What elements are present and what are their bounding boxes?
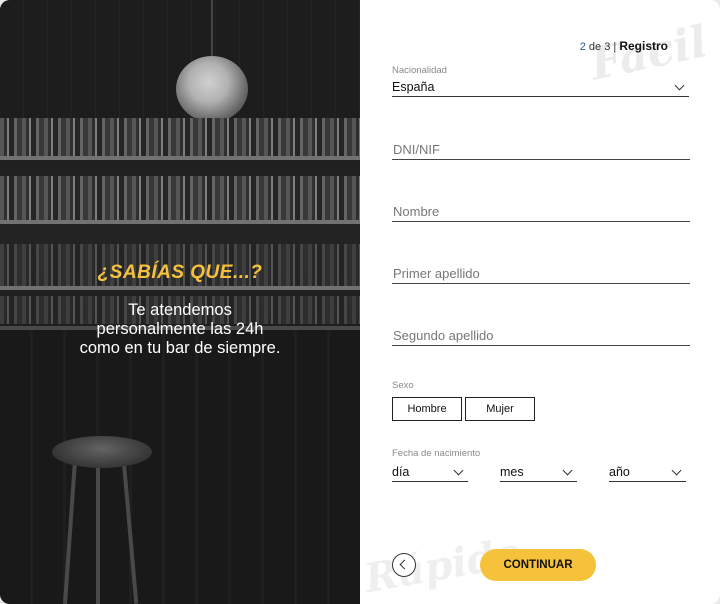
- sexo-hombre-button[interactable]: Hombre: [392, 397, 462, 421]
- fact-line: personalmente las 24h: [96, 320, 264, 338]
- birth-month-select[interactable]: mes: [500, 464, 577, 482]
- chevron-down-icon: [453, 465, 464, 476]
- birth-year-value: año: [609, 465, 630, 479]
- step-of: de: [588, 41, 602, 53]
- registration-window: ¿SABÍAS QUE...? Te atendemos personalmen…: [0, 0, 720, 604]
- nombre-field[interactable]: [392, 201, 690, 222]
- chevron-left-icon: [399, 559, 410, 570]
- step-separator: |: [613, 41, 617, 53]
- nationality-value: España: [392, 80, 435, 94]
- nationality-label: Nacionalidad: [392, 65, 447, 76]
- dni-field[interactable]: [392, 139, 690, 160]
- chevron-down-icon: [671, 465, 682, 476]
- birthdate-label: Fecha de nacimiento: [392, 448, 481, 459]
- segundo-apellido-field[interactable]: [392, 325, 690, 346]
- fact-line: como en tu bar de siempre.: [79, 339, 281, 357]
- back-button[interactable]: [392, 553, 416, 577]
- primer-apellido-field[interactable]: [392, 263, 690, 284]
- nationality-select[interactable]: España: [392, 79, 689, 97]
- chevron-down-icon: [674, 80, 685, 91]
- birth-year-select[interactable]: año: [609, 464, 686, 482]
- step-current: 2: [579, 41, 586, 53]
- step-total: 3: [604, 41, 611, 53]
- fact-title: ¿SABÍAS QUE...?: [97, 262, 263, 283]
- fact-line: Te atendemos: [128, 301, 232, 319]
- step-indicator: 2 de 3 | Registro: [580, 39, 668, 53]
- form-panel: Facil Rápido 2 de 3 | Registro Nacionali…: [360, 0, 720, 604]
- sexo-mujer-button[interactable]: Mujer: [465, 397, 535, 421]
- birth-month-value: mes: [500, 465, 524, 479]
- chevron-down-icon: [562, 465, 573, 476]
- fact-text: Te atendemos personalmente las 24h como …: [40, 301, 320, 358]
- birth-day-value: día: [392, 465, 410, 479]
- step-title: Registro: [619, 39, 668, 53]
- promo-panel: ¿SABÍAS QUE...? Te atendemos personalmen…: [0, 0, 360, 604]
- sexo-label: Sexo: [392, 380, 414, 391]
- continue-button[interactable]: CONTINUAR: [480, 549, 596, 581]
- birth-day-select[interactable]: día: [392, 464, 468, 482]
